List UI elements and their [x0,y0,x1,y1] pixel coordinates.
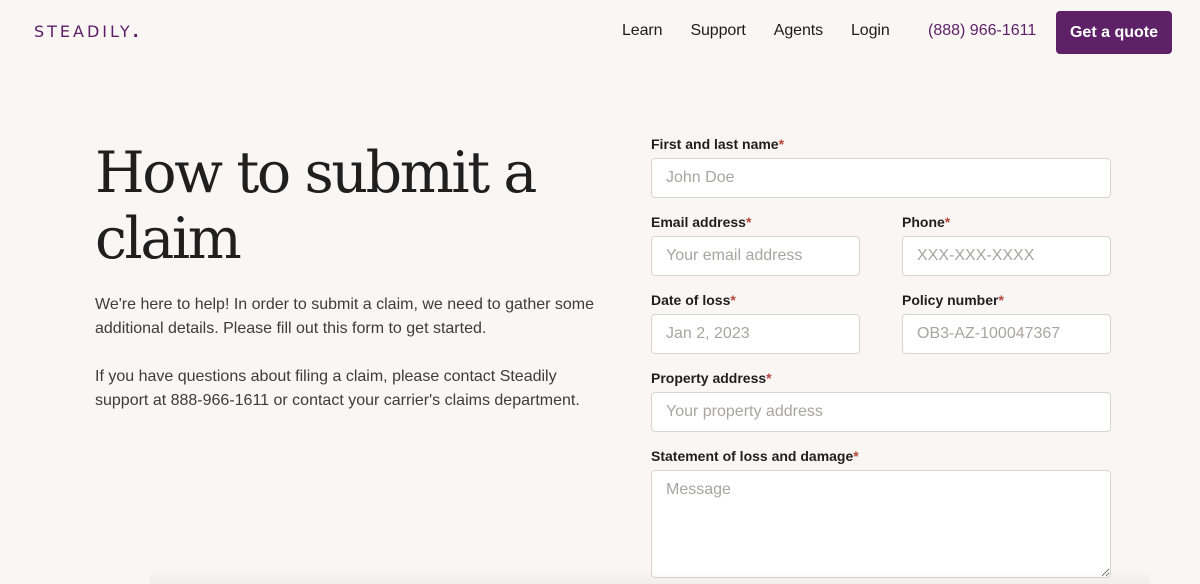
intro-text: We're here to help! In order to submit a… [95,293,605,437]
date-of-loss-field-group: Date of loss* [651,290,860,354]
required-marker: * [730,292,736,308]
logo-dot: . [132,22,139,41]
contact-paragraph: If you have questions about filing a cla… [95,368,580,409]
nav-link-agents[interactable]: Agents [774,22,823,40]
phone-input[interactable] [902,236,1111,276]
required-marker: * [745,214,752,230]
property-address-label: Property address* [651,370,772,386]
nav-link-learn[interactable]: Learn [622,22,663,40]
email-field-group: Email address* [651,212,860,276]
main-nav: Learn Support Agents Login [622,22,918,40]
steadily-logo[interactable]: STEADILY. [34,22,139,41]
statement-textarea[interactable] [651,470,1111,578]
date-of-loss-input[interactable] [651,314,860,354]
required-marker: * [944,214,951,230]
required-marker: * [998,292,1004,308]
policy-number-label: Policy number* [902,292,1004,308]
get-a-quote-button[interactable]: Get a quote [1056,11,1172,54]
page-title: How to submit a claim [95,140,537,272]
email-label: Email address* [651,214,752,230]
logo-text: STEADILY [34,22,133,41]
required-marker: * [853,448,859,464]
name-input[interactable] [651,158,1111,198]
statement-field-group: Statement of loss and damage* [651,446,1111,578]
required-marker: * [778,136,785,152]
date-of-loss-label: Date of loss* [651,292,736,308]
phone-link[interactable]: (888) 966-1611 [928,22,1036,40]
property-address-input[interactable] [651,392,1111,432]
phone-field-group: Phone* [902,212,1111,276]
intro-paragraph: We're here to help! In order to submit a… [95,296,595,337]
policy-number-input[interactable] [902,314,1111,354]
name-label: First and last name* [651,136,785,152]
nav-link-login[interactable]: Login [851,22,890,40]
name-field-group: First and last name* [651,134,1111,198]
policy-number-field-group: Policy number* [902,290,1111,354]
phone-label: Phone* [902,214,951,230]
site-header: STEADILY. Learn Support Agents Login (88… [0,0,1200,64]
nav-link-support[interactable]: Support [690,22,745,40]
property-address-field-group: Property address* [651,368,1111,432]
page: STEADILY. Learn Support Agents Login (88… [0,0,1200,584]
email-input[interactable] [651,236,860,276]
statement-label: Statement of loss and damage* [651,448,859,464]
required-marker: * [766,370,772,386]
